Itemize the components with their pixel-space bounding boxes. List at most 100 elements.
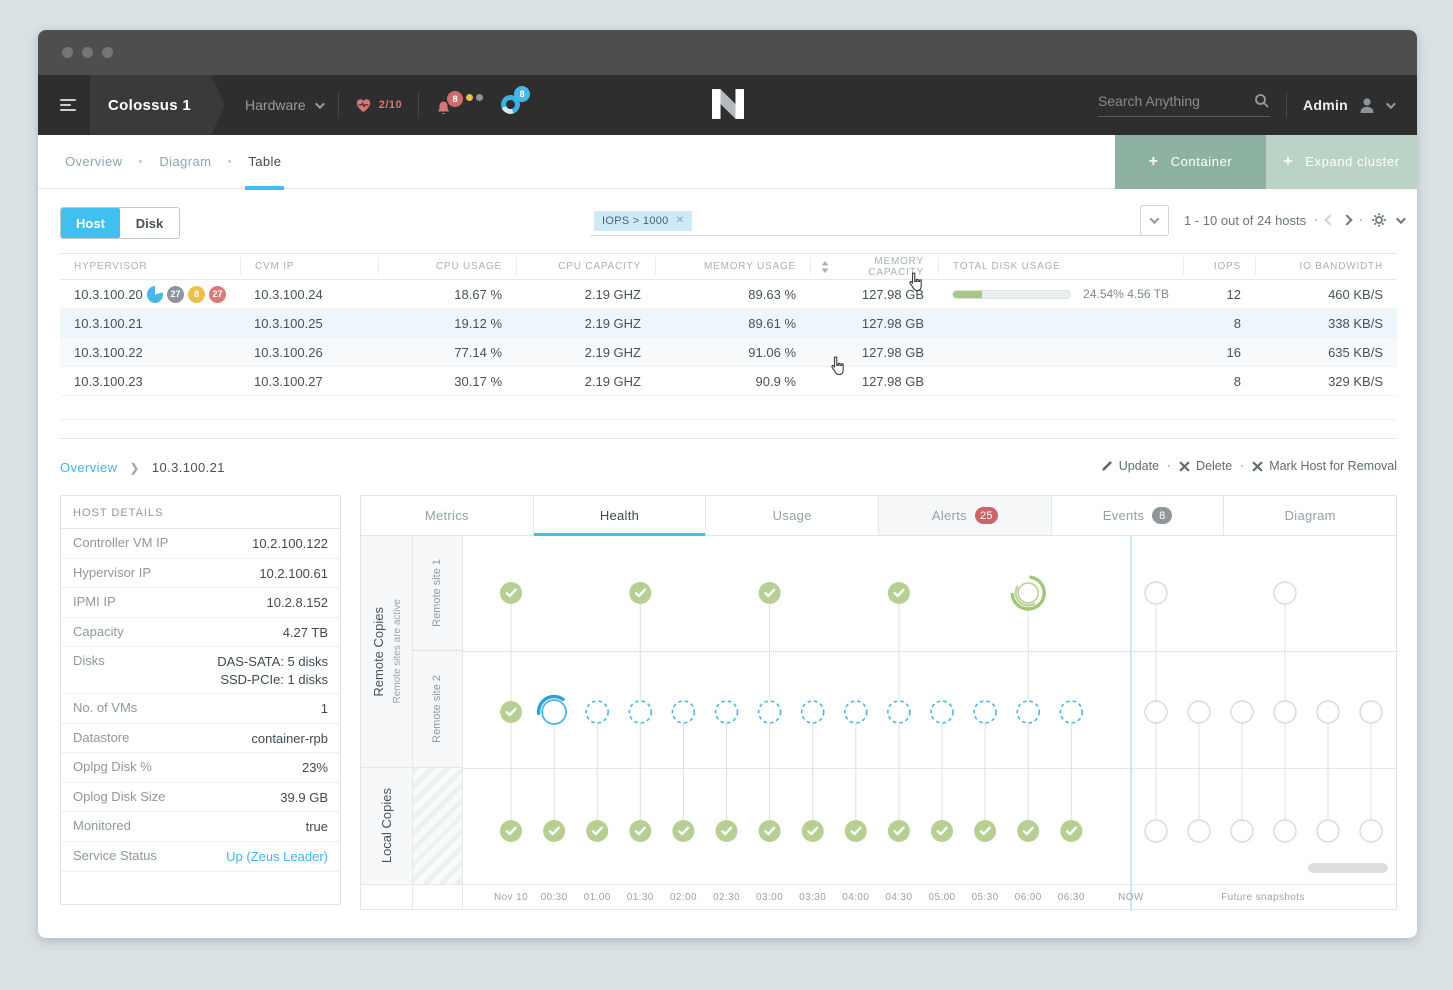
axis-tick-label: 06:30 — [1043, 892, 1099, 903]
health-ratio: 2/10 — [379, 99, 402, 111]
disk-usage-bar — [952, 290, 1071, 299]
cvm-ip-cell: 10.3.100.25 — [240, 316, 378, 331]
io-bandwidth-cell: 338 KB/S — [1255, 316, 1397, 331]
window-titlebar — [38, 30, 1417, 75]
local-copies-label: Local Copies — [379, 788, 394, 863]
io-bandwidth-cell: 460 KB/S — [1255, 287, 1397, 302]
expand-cluster-button[interactable]: +Expand cluster — [1266, 135, 1417, 189]
hypervisor-cell: 10.3.100.21 — [60, 316, 240, 331]
remove-filter-icon[interactable]: ✕ — [676, 215, 685, 226]
timeline-plot[interactable]: Nov 1000:3001:0001:3002:0002:3003:0003:3… — [463, 536, 1396, 909]
io-bandwidth-cell: 329 KB/S — [1255, 374, 1397, 389]
memory-capacity-cell: 127.98 GB — [810, 374, 938, 389]
memory-capacity-cell: 127.98 GB — [810, 316, 938, 331]
timeline-group-labels: Remote Copies Remote sites are active Lo… — [361, 536, 413, 909]
toggle-host[interactable]: Host — [61, 208, 120, 238]
column-header-cpu-usage[interactable]: CPU USAGE — [378, 258, 516, 275]
chevron-right-icon: ❯ — [129, 461, 139, 475]
hypervisor-cell: 10.3.100.22 — [60, 345, 240, 360]
host-detail-row: IPMI IP10.2.8.152 — [61, 588, 340, 618]
column-header-memory-usage[interactable]: MEMORY USAGE — [655, 258, 810, 275]
detail-value[interactable]: Up (Zeus Leader) — [226, 848, 328, 866]
host-detail-section: HOST DETAILS Controller VM IP10.2.100.12… — [60, 495, 1397, 910]
gear-icon[interactable] — [1371, 212, 1387, 228]
iops-cell: 8 — [1183, 374, 1255, 389]
filter-token[interactable]: IOPS > 1000 ✕ — [594, 211, 692, 231]
breadcrumb-overview-link[interactable]: Overview — [60, 460, 117, 475]
cpu-usage-cell: 30.17 % — [378, 374, 516, 389]
host-detail-row: No. of VMs1 — [61, 694, 340, 724]
divider — [338, 92, 339, 118]
cluster-name[interactable]: Colossus 1 — [90, 75, 211, 135]
tab-diagram[interactable]: Diagram — [156, 135, 214, 189]
search-icon — [1254, 93, 1270, 109]
count-badge: 27 — [167, 286, 184, 303]
sort-icon[interactable] — [821, 261, 829, 273]
tab-overview[interactable]: Overview — [62, 135, 125, 189]
detail-tab-usage[interactable]: Usage — [706, 496, 879, 535]
detail-value: container-rpb — [251, 730, 328, 748]
detail-tab-alerts[interactable]: Alerts25 — [879, 496, 1052, 535]
filter-dropdown-button[interactable] — [1140, 205, 1169, 236]
column-header-memory-capacity[interactable]: MEMORY CAPACITY — [810, 258, 938, 275]
axis-now-label: NOW — [1103, 892, 1159, 903]
host-detail-row: Service Status Up (Zeus Leader) — [61, 842, 340, 872]
cpu-usage-cell: 19.12 % — [378, 316, 516, 331]
app-header: Colossus 1 Hardware 2/10 8 — [38, 75, 1417, 135]
host-details-title: HOST DETAILS — [61, 496, 340, 529]
column-header-cvm-ip[interactable]: CVM IP — [240, 258, 378, 275]
toggle-disk[interactable]: Disk — [120, 208, 179, 238]
cluster-action-buttons: +Container+Expand cluster — [1115, 135, 1417, 189]
next-page-button[interactable] — [1341, 214, 1352, 225]
alerts-bell[interactable]: 8 — [435, 94, 483, 117]
total-disk-usage-cell: 24.54% 4.56 TB — [938, 287, 1183, 301]
detail-tab-health[interactable]: Health — [534, 496, 707, 535]
health-timeline-chart: Remote Copies Remote sites are active Lo… — [361, 536, 1396, 909]
window-control-dot[interactable] — [102, 47, 113, 58]
cluster-health-indicator[interactable]: 2/10 — [355, 98, 402, 113]
remote-copies-label: Remote Copies — [371, 607, 386, 697]
chevron-down-icon[interactable] — [1396, 214, 1406, 224]
table-row-host-10.3.100.21[interactable]: 10.3.100.2110.3.100.2519.12 %2.19 GHZ89.… — [60, 309, 1397, 338]
column-header-hypervisor[interactable]: HYPERVISOR — [60, 258, 240, 275]
detail-value: 23% — [302, 759, 328, 777]
tab-table[interactable]: Table — [245, 135, 284, 189]
hamburger-menu-icon[interactable] — [60, 99, 76, 111]
host-detail-row: Oplog Disk Size39.9 GB — [61, 783, 340, 813]
window-control-dot[interactable] — [82, 47, 93, 58]
detail-value: 39.9 GB — [280, 789, 328, 807]
column-header-total-disk-usage[interactable]: TOTAL DISK USAGE — [938, 258, 1183, 275]
nav-menu-hardware[interactable]: Hardware — [245, 97, 322, 113]
prev-page-button[interactable] — [1324, 214, 1335, 225]
column-header-io-bandwidth[interactable]: IO BANDWIDTH — [1255, 258, 1397, 275]
detail-tab-metrics[interactable]: Metrics — [361, 496, 534, 535]
window-control-dot[interactable] — [62, 47, 73, 58]
mark-host-for-removal-action[interactable]: Mark Host for Removal — [1252, 459, 1397, 473]
table-row-host-10.3.100.22[interactable]: 10.3.100.2210.3.100.2677.14 %2.19 GHZ91.… — [60, 338, 1397, 367]
table-row-host-10.3.100.20[interactable]: 10.3.100.202782710.3.100.2418.67 %2.19 G… — [60, 280, 1397, 309]
host-detail-row: DisksDAS-SATA: 5 disks SSD-PCIe: 1 disks — [61, 647, 340, 694]
detail-label: Service Status — [73, 848, 157, 863]
column-header-iops[interactable]: IOPS — [1183, 258, 1255, 275]
filter-input[interactable]: IOPS > 1000 ✕ — [590, 206, 1143, 236]
breadcrumb: Overview ❯ 10.3.100.21 — [60, 460, 225, 475]
user-menu[interactable]: Admin — [1303, 96, 1393, 114]
chevron-down-icon — [315, 99, 325, 109]
container-button[interactable]: +Container — [1115, 135, 1266, 189]
pagination-label: 1 - 10 out of 24 hosts — [1184, 213, 1306, 228]
memory-capacity-cell: 127.98 GB — [810, 345, 938, 360]
table-row-host-10.3.100.23[interactable]: 10.3.100.2310.3.100.2730.17 %2.19 GHZ90.… — [60, 367, 1397, 396]
memory-usage-cell: 89.61 % — [655, 316, 810, 331]
update-action[interactable]: Update — [1101, 459, 1159, 473]
memory-capacity-cell: 127.98 GB — [810, 287, 938, 302]
nutanix-logo — [712, 89, 744, 124]
tasks-indicator[interactable]: 8 — [501, 95, 530, 116]
search-input[interactable]: Search Anything — [1098, 93, 1270, 117]
cvm-ip-cell: 10.3.100.27 — [240, 374, 378, 389]
memory-usage-cell: 90.9 % — [655, 374, 810, 389]
detail-tab-events[interactable]: Events8 — [1052, 496, 1225, 535]
cpu-usage-cell: 77.14 % — [378, 345, 516, 360]
column-header-cpu-capacity[interactable]: CPU CAPACITY — [516, 258, 655, 275]
detail-tab-diagram[interactable]: Diagram — [1224, 496, 1396, 535]
delete-action[interactable]: Delete — [1179, 459, 1232, 473]
